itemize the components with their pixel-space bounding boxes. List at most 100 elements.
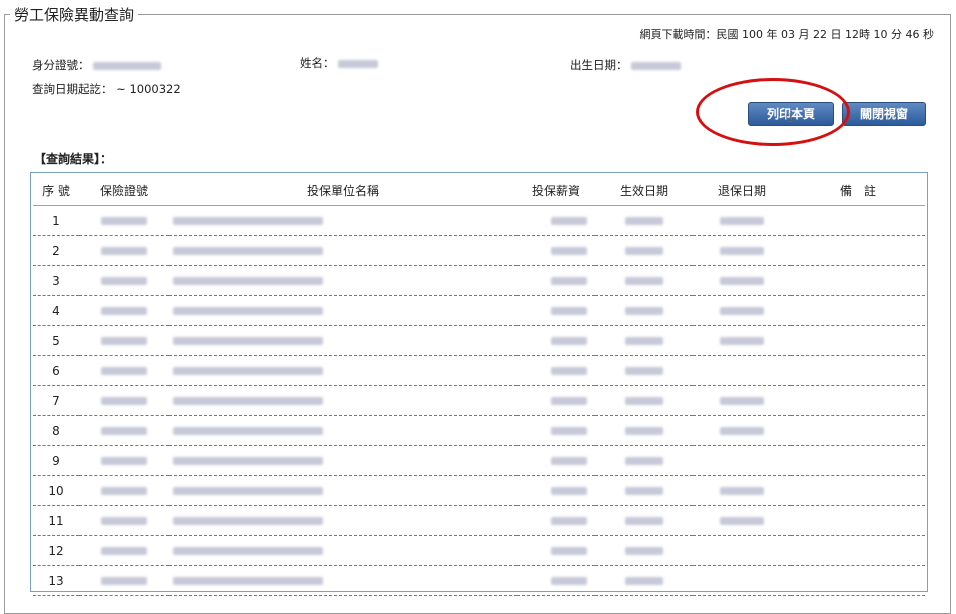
row-employer-name [169,355,517,386]
employer-name-redacted [173,217,323,225]
table-row: 8 [33,415,925,446]
id-number-value-redacted [93,61,162,70]
row-withdraw-date [693,385,791,416]
salary-redacted [551,487,587,495]
effective-date-redacted [625,337,663,345]
row-withdraw-date [693,415,791,446]
employer-name-redacted [173,247,323,255]
employer-name-redacted [173,277,323,285]
row-employer-name [169,565,517,596]
row-remarks [791,265,925,296]
employer-name-redacted [173,487,323,495]
row-remarks [791,385,925,416]
name-label: 姓名： [300,56,335,70]
salary-redacted [551,277,587,285]
row-salary [517,295,595,326]
row-withdraw-date [693,565,791,596]
row-seq: 13 [33,565,79,596]
row-salary [517,505,595,536]
row-remarks [791,505,925,536]
row-insurance-no [79,385,169,416]
row-salary [517,415,595,446]
effective-date-redacted [625,277,663,285]
birth-date-field: 出生日期： [570,57,682,73]
effective-date-redacted [625,487,663,495]
row-seq: 11 [33,505,79,536]
name-field: 姓名： [300,55,379,71]
table-row: 9 [33,445,925,476]
row-salary [517,535,595,566]
table-body: 1 2 3 4 5 6 7 8 9 10 11 12 13 [33,205,925,596]
row-insurance-no [79,205,169,236]
effective-date-redacted [625,247,663,255]
row-withdraw-date [693,265,791,296]
close-window-button[interactable]: 關閉視窗 [842,102,926,126]
effective-date-redacted [625,307,663,315]
row-withdraw-date [693,205,791,236]
withdraw-date-redacted [720,277,764,285]
withdraw-date-redacted [720,217,764,225]
birth-date-label: 出生日期： [570,58,628,72]
table-row: 10 [33,475,925,506]
withdraw-date-redacted [720,247,764,255]
salary-redacted [551,427,587,435]
row-effective-date [595,295,693,326]
insurance-no-redacted [101,547,147,555]
table-row: 13 [33,565,925,596]
withdraw-date-redacted [720,487,764,495]
name-value-redacted [338,59,379,68]
salary-redacted [551,547,587,555]
insurance-no-redacted [101,217,147,225]
salary-redacted [551,247,587,255]
row-seq: 3 [33,265,79,296]
header-employer-name: 投保單位名稱 [169,175,517,206]
row-seq: 8 [33,415,79,446]
row-seq: 2 [33,235,79,266]
effective-date-redacted [625,577,663,585]
header-remarks: 備 註 [791,175,925,206]
row-seq: 4 [33,295,79,326]
row-seq: 6 [33,355,79,386]
row-employer-name [169,445,517,476]
row-insurance-no [79,505,169,536]
employer-name-redacted [173,517,323,525]
row-withdraw-date [693,295,791,326]
table-row: 12 [33,535,925,566]
withdraw-date-redacted [720,307,764,315]
salary-redacted [551,367,587,375]
row-insurance-no [79,355,169,386]
employer-name-redacted [173,427,323,435]
row-insurance-no [79,445,169,476]
insurance-no-redacted [101,427,147,435]
salary-redacted [551,517,587,525]
header-insurance-no: 保險證號 [79,175,169,206]
row-insurance-no [79,415,169,446]
employer-name-redacted [173,577,323,585]
insurance-no-redacted [101,247,147,255]
salary-redacted [551,397,587,405]
salary-redacted [551,337,587,345]
row-effective-date [595,415,693,446]
row-withdraw-date [693,535,791,566]
row-salary [517,475,595,506]
insurance-no-redacted [101,487,147,495]
row-effective-date [595,565,693,596]
table-row: 3 [33,265,925,296]
row-employer-name [169,265,517,296]
row-withdraw-date [693,445,791,476]
employer-name-redacted [173,547,323,555]
employer-name-redacted [173,307,323,315]
row-remarks [791,535,925,566]
insurance-no-redacted [101,337,147,345]
row-insurance-no [79,265,169,296]
effective-date-redacted [625,217,663,225]
table-row: 1 [33,205,925,236]
effective-date-redacted [625,457,663,465]
row-employer-name [169,235,517,266]
table-header-row: 序 號 保險證號 投保單位名稱 投保薪資 生效日期 退保日期 備 註 [33,175,925,206]
row-effective-date [595,205,693,236]
row-withdraw-date [693,355,791,386]
date-range-value: ~ 1000322 [116,82,181,96]
withdraw-date-redacted [720,337,764,345]
row-insurance-no [79,475,169,506]
